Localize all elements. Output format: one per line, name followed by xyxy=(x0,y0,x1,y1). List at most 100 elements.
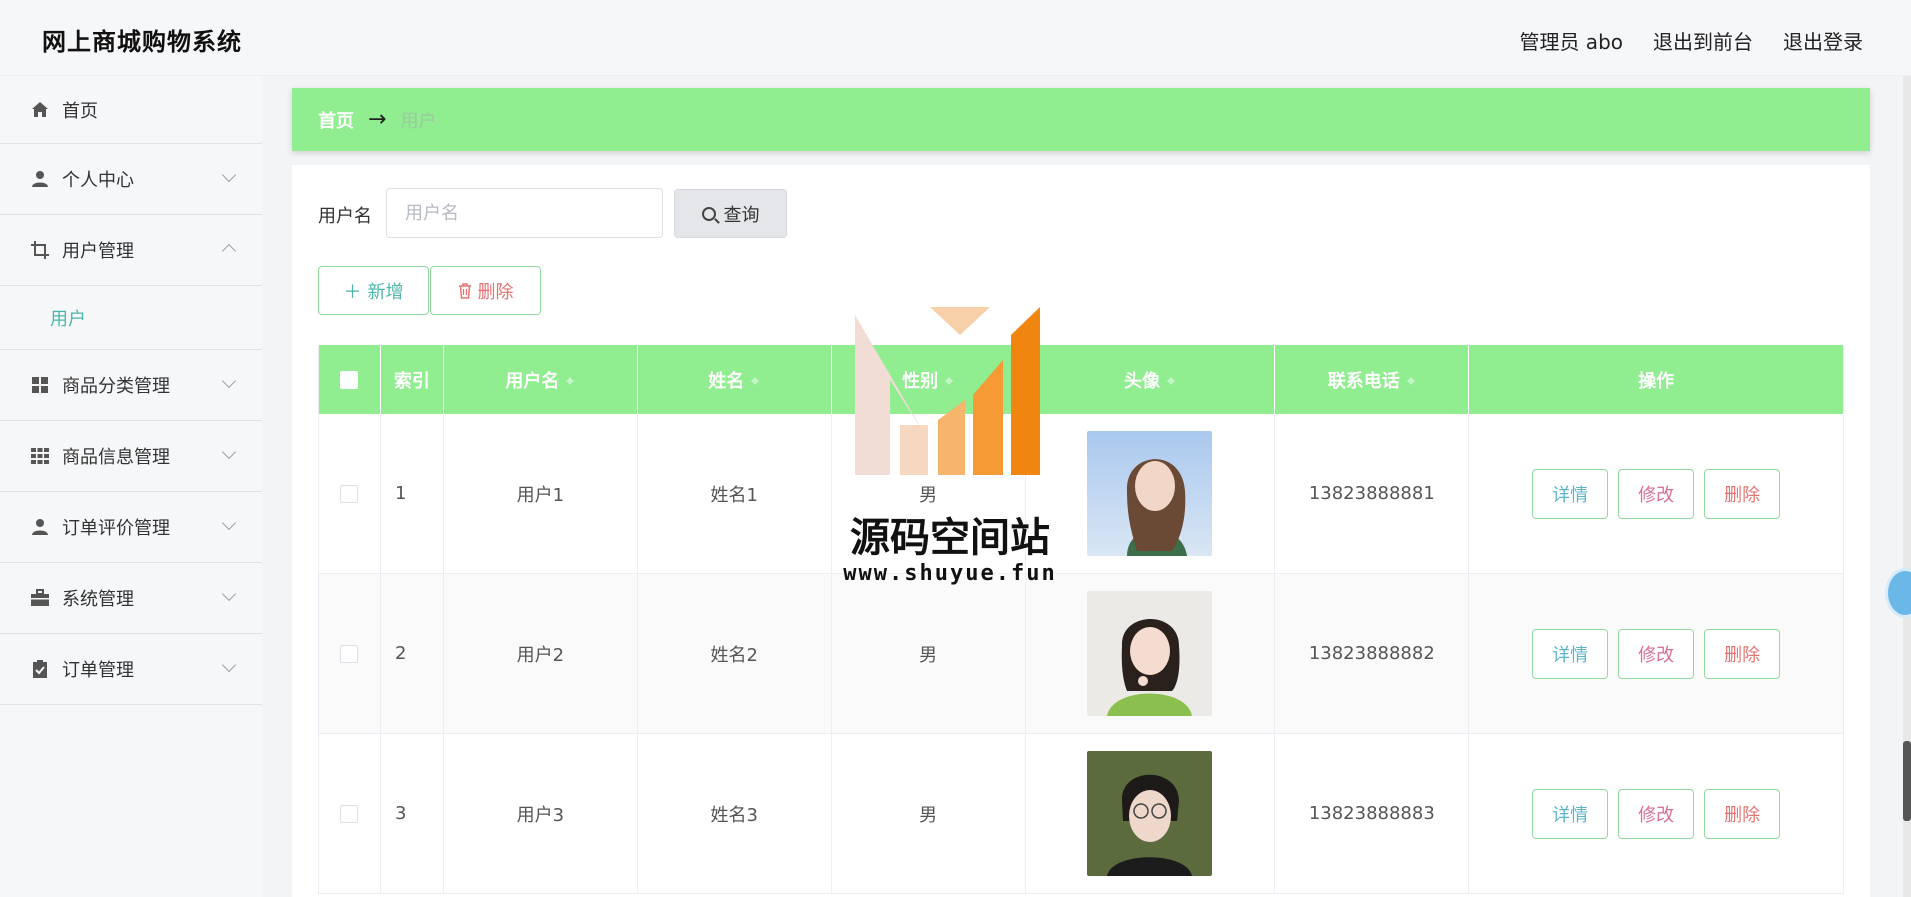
sidebar-item-label: 个人中心 xyxy=(62,170,134,191)
cell-name: 姓名3 xyxy=(638,734,832,893)
cell-username: 用户3 xyxy=(444,734,638,893)
breadcrumb: 首页 → 用户 xyxy=(292,88,1870,151)
sort-icon[interactable] xyxy=(565,373,575,387)
column-header[interactable]: 头像 xyxy=(1026,345,1276,414)
cell-index: 1 xyxy=(381,414,444,573)
cell-index: 3 xyxy=(381,734,444,893)
column-header-label: 索引 xyxy=(393,370,430,392)
sidebar-item-user-management[interactable]: 用户管理 xyxy=(0,215,262,286)
column-header[interactable]: 姓名 xyxy=(638,345,832,414)
table-row[interactable]: 2 用户2 姓名2 男 13823888882 详情 修改 删除 xyxy=(319,574,1844,734)
edit-button[interactable]: 修改 xyxy=(1618,788,1695,839)
header-select-all xyxy=(319,345,381,414)
delete-button[interactable]: 删除 xyxy=(1704,628,1781,679)
app-title: 网上商城购物系统 xyxy=(42,28,242,56)
select-all-checkbox[interactable] xyxy=(340,370,359,389)
delete-button[interactable]: 删除 xyxy=(1704,468,1781,519)
batch-delete-label: 删除 xyxy=(477,281,514,303)
column-header-label: 性别 xyxy=(902,370,939,392)
column-header-label: 头像 xyxy=(1123,370,1160,392)
row-checkbox[interactable] xyxy=(340,804,359,823)
plus-icon: ＋ xyxy=(343,281,362,303)
delete-button[interactable]: 删除 xyxy=(1704,788,1781,839)
crop-icon xyxy=(31,241,49,259)
sidebar-item-home[interactable]: 首页 xyxy=(0,76,262,144)
arrow-right-icon: → xyxy=(368,107,387,132)
row-select-cell xyxy=(319,414,381,573)
cell-name: 姓名1 xyxy=(638,414,832,573)
table-row[interactable]: 1 用户1 姓名1 男 13823888881 详情 修改 删除 xyxy=(319,414,1844,574)
cell-gender: 男 xyxy=(832,414,1026,573)
edit-button[interactable]: 修改 xyxy=(1618,628,1695,679)
sidebar-item-label: 首页 xyxy=(62,100,98,122)
chevron-down-icon xyxy=(221,586,237,602)
avatar[interactable] xyxy=(1087,431,1213,556)
user-icon xyxy=(32,171,48,187)
cell-gender: 男 xyxy=(832,734,1026,893)
sort-icon[interactable] xyxy=(1166,373,1176,387)
table-row[interactable]: 3 用户3 姓名3 男 13823888883 详情 修改 删除 xyxy=(319,734,1844,894)
cell-username: 用户2 xyxy=(444,574,638,733)
sort-icon[interactable] xyxy=(944,373,954,387)
detail-button[interactable]: 详情 xyxy=(1532,628,1609,679)
admin-user-label[interactable]: 管理员 abo xyxy=(1519,26,1623,55)
edit-button[interactable]: 修改 xyxy=(1618,468,1695,519)
sidebar-item-category-management[interactable]: 商品分类管理 xyxy=(0,350,262,421)
avatar[interactable] xyxy=(1087,751,1213,876)
sidebar-item-review-management[interactable]: 订单评价管理 xyxy=(0,492,262,563)
row-checkbox[interactable] xyxy=(340,644,359,663)
main-panel: 用户名 查询 ＋ 新增 删除 索引 用户名 姓名 性别 头像 联系电话 操作 1… xyxy=(292,165,1870,897)
sidebar-item-product-management[interactable]: 商品信息管理 xyxy=(0,421,262,492)
add-button[interactable]: ＋ 新增 xyxy=(318,266,429,315)
avatar[interactable] xyxy=(1087,591,1213,716)
sidebar-item-personal-center[interactable]: 个人中心 xyxy=(0,144,262,215)
cell-phone: 13823888882 xyxy=(1275,574,1470,733)
search-input[interactable] xyxy=(386,188,663,238)
cell-phone: 13823888883 xyxy=(1275,734,1470,893)
sort-icon[interactable] xyxy=(750,373,760,387)
sidebar: 首页 个人中心 用户管理 用户 商品分类管理 商品信息管理 订单评价管理 系统管… xyxy=(0,76,262,897)
cell-actions: 详情 修改 删除 xyxy=(1469,574,1844,733)
cell-actions: 详情 修改 删除 xyxy=(1469,414,1844,573)
column-header-label: 联系电话 xyxy=(1327,370,1400,392)
sidebar-item-label: 商品信息管理 xyxy=(62,447,170,468)
sidebar-item-order-management[interactable]: 订单管理 xyxy=(0,634,262,705)
chevron-down-icon xyxy=(221,167,237,183)
column-header[interactable]: 用户名 xyxy=(444,345,638,414)
home-icon xyxy=(32,101,48,117)
sort-icon[interactable] xyxy=(1406,373,1416,387)
sidebar-item-label: 商品分类管理 xyxy=(62,376,170,397)
detail-button[interactable]: 详情 xyxy=(1532,468,1609,519)
grid9-icon xyxy=(31,448,49,464)
column-header[interactable]: 性别 xyxy=(832,345,1026,414)
vertical-scrollbar[interactable] xyxy=(1903,76,1911,897)
floating-action-button[interactable] xyxy=(1885,568,1911,618)
logout-link[interactable]: 退出登录 xyxy=(1783,26,1863,55)
cell-actions: 详情 修改 删除 xyxy=(1469,734,1844,893)
row-checkbox[interactable] xyxy=(340,484,359,503)
table-header: 索引 用户名 姓名 性别 头像 联系电话 操作 xyxy=(319,345,1844,414)
sidebar-item-label: 订单管理 xyxy=(62,660,134,681)
chevron-down-icon xyxy=(221,515,237,531)
breadcrumb-home[interactable]: 首页 xyxy=(318,107,354,133)
sidebar-item-label: 用户管理 xyxy=(62,241,134,262)
scrollbar-thumb[interactable] xyxy=(1903,741,1911,821)
column-header[interactable]: 联系电话 xyxy=(1275,345,1470,414)
chevron-down-icon xyxy=(221,657,237,673)
sidebar-subitem-users[interactable]: 用户 xyxy=(0,286,262,350)
chevron-up-icon xyxy=(221,243,237,259)
search-label: 用户名 xyxy=(318,206,372,227)
exit-to-front-link[interactable]: 退出到前台 xyxy=(1653,26,1753,55)
chevron-down-icon xyxy=(221,373,237,389)
add-button-label: 新增 xyxy=(367,281,404,303)
sidebar-item-system-management[interactable]: 系统管理 xyxy=(0,563,262,634)
cell-username: 用户1 xyxy=(444,414,638,573)
batch-delete-button[interactable]: 删除 xyxy=(430,266,541,315)
user-icon xyxy=(32,519,48,535)
sidebar-item-label: 订单评价管理 xyxy=(62,518,170,539)
column-header-label: 姓名 xyxy=(708,370,745,392)
search-icon xyxy=(701,206,716,221)
search-button[interactable]: 查询 xyxy=(674,189,787,238)
cell-avatar xyxy=(1026,734,1276,893)
detail-button[interactable]: 详情 xyxy=(1532,788,1609,839)
